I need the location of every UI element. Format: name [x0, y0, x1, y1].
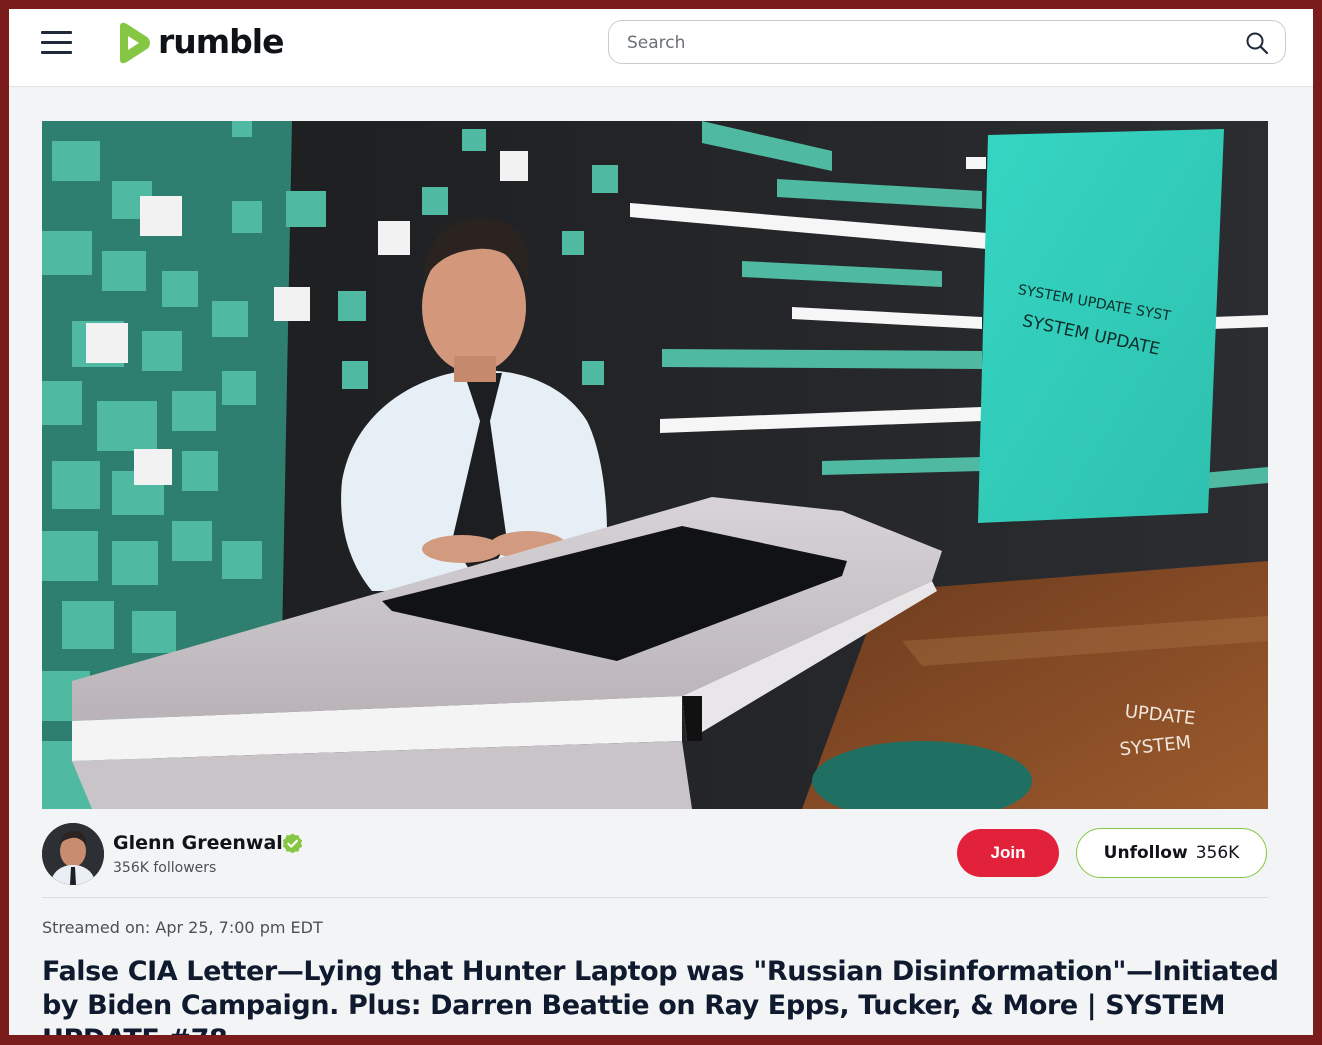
- top-header: rumble: [9, 9, 1313, 87]
- unfollow-label: Unfollow: [1103, 843, 1188, 863]
- streamed-date: Streamed on: Apr 25, 7:00 pm EDT: [42, 918, 323, 937]
- video-title: False CIA Letter—Lying that Hunter Lapto…: [42, 956, 1279, 1035]
- search-input[interactable]: [625, 30, 1229, 56]
- unfollow-button[interactable]: Unfollow 356K: [1076, 828, 1267, 878]
- menu-icon[interactable]: [41, 29, 73, 55]
- avatar[interactable]: [42, 823, 104, 885]
- join-button[interactable]: Join: [957, 829, 1059, 877]
- rumble-logo[interactable]: rumble: [114, 21, 284, 64]
- video-player[interactable]: SYSTEM UPDATE SYST SYSTEM UPDATE UPDATE …: [42, 121, 1268, 809]
- divider: [42, 897, 1268, 898]
- follower-count: 356K followers: [113, 860, 217, 876]
- avatar-image: [42, 823, 104, 885]
- page-frame: rumble Search SYSTEM UPDATE SYST SYSTEM …: [9, 9, 1313, 1035]
- rumble-logo-icon: [120, 22, 150, 64]
- unfollow-count: 356K: [1195, 843, 1240, 863]
- channel-name[interactable]: Glenn Greenwald: [113, 832, 296, 854]
- search-box: [608, 20, 1286, 64]
- video-frame: SYSTEM UPDATE SYST SYSTEM UPDATE UPDATE …: [42, 121, 1268, 809]
- logo-text: rumble: [158, 21, 284, 61]
- search-icon[interactable]: [1245, 31, 1269, 55]
- verified-icon: [282, 833, 303, 854]
